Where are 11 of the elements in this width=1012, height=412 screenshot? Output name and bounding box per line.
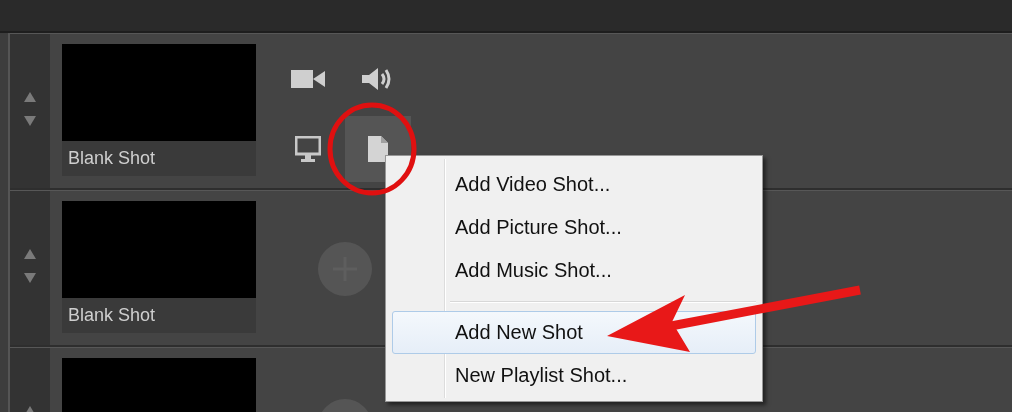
shot-name: Blank Shot: [62, 141, 256, 176]
down-arrow-icon[interactable]: [24, 116, 36, 126]
menu-item[interactable]: Add Music Shot...: [392, 249, 756, 292]
shot-name: Blank Shot: [62, 298, 256, 333]
menu-item[interactable]: Add Video Shot...: [392, 163, 756, 206]
up-arrow-icon[interactable]: [24, 92, 36, 102]
video-camera-icon: [291, 69, 325, 89]
menu-item[interactable]: Add Picture Shot...: [392, 206, 756, 249]
monitor-icon: [295, 136, 321, 162]
down-arrow-icon[interactable]: [24, 273, 36, 283]
up-arrow-icon[interactable]: [24, 249, 36, 259]
